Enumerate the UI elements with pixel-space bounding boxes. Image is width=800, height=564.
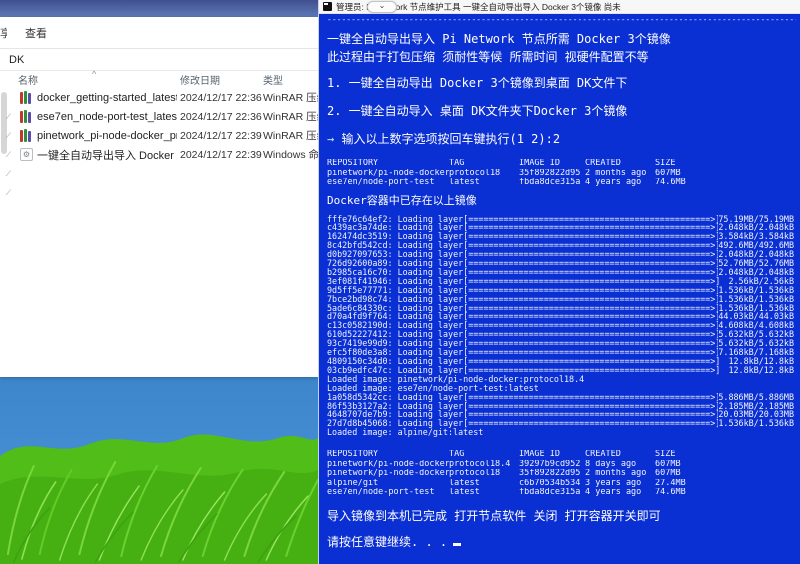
loaded-image-line: Loaded image: alpine/git:latest [327,428,796,437]
file-row[interactable]: ⚙ pinetwork_pi-node-docker_protocol18.4.… [0,126,318,145]
winrar-archive-icon [20,129,33,142]
pause-text: 请按任意键继续. . . [327,535,447,549]
file-type: Windows 命令脚本 [263,147,318,162]
file-row[interactable]: ⚙ 一键全自动导出导入 Docker 3个镜像.cmd 2024/12/17 2… [0,145,318,164]
separator-line: ----------------------------------------… [327,16,796,24]
table-header-row: REPOSITORY TAG IMAGE ID CREATED SIZE [327,159,796,169]
file-date: 2024/12/17 22:36 [180,111,260,123]
file-type: WinRAR 压缩文件 [263,109,318,124]
clipped-nav-icon: ∕ [8,112,9,121]
docker-images-table-2: REPOSITORY TAG IMAGE ID CREATED SIZE pin… [327,450,796,498]
file-type: WinRAR 压缩文件 [263,90,318,105]
winrar-archive-icon [20,110,33,123]
table-row: ese7en/node-port-testlatest fbda8dce315a… [327,178,796,188]
intro-line-2: 此过程由于打包压缩 须耐性等候 所需时间 视硬件配置不等 [327,51,796,64]
column-header-date[interactable]: 修改日期 [180,72,220,87]
file-date: 2024/12/17 22:39 [180,149,260,161]
column-header-type[interactable]: 类型 [263,72,283,87]
table-row: alpine/gitlatest c6b70534b5343 years ago… [327,479,796,489]
file-type: WinRAR 压缩文件 [263,128,318,143]
existing-images-note: Docker容器中已存在以上镜像 [327,195,796,207]
explorer-menubar: 享 查看 [0,17,318,49]
menu-tab-view[interactable]: 查看 [25,25,47,41]
cmd-titlebar[interactable]: 管理员: Pi Network 节点维护工具 一键全自动导出导入 Docker … [319,0,800,14]
clipped-nav-icon: ∕ [8,150,9,159]
loading-block-1: fffe76c64ef2: Loading layer [===========… [327,215,796,438]
cmd-output: ----------------------------------------… [319,14,800,564]
table-header-row: REPOSITORY TAG IMAGE ID CREATED SIZE [327,450,796,460]
column-headers: 名称 ^ 修改日期 类型 [0,71,318,88]
grass-wallpaper [0,404,318,564]
file-name: ese7en_node-port-test_latest.tar [37,111,177,123]
cmd-script-icon: ⚙ [20,148,33,161]
cmd-icon [323,2,332,11]
file-name: docker_getting-started_latest.tar [37,92,177,104]
docker-images-table-1: REPOSITORY TAG IMAGE ID CREATED SIZE pin… [327,159,796,188]
clipped-nav-icon: ∕ [8,169,9,178]
winrar-archive-icon [20,91,33,104]
nav-pane-edge: ∕ ∕ ∕ ∕ ∕ [0,88,17,378]
file-name: pinetwork_pi-node-docker_protocol18.4... [37,130,177,142]
table-row: ese7en/node-port-testlatest fbda8dce315a… [327,488,796,498]
file-explorer-window: 享 查看 DK 名称 ^ 修改日期 类型 ⚙ docker_getting-st… [0,17,318,377]
file-name: 一键全自动导出导入 Docker 3个镜像.cmd [37,147,177,163]
file-row[interactable]: ⚙ ese7en_node-port-test_latest.tar 2024/… [0,107,318,126]
sort-caret-icon: ^ [92,69,96,79]
file-row[interactable]: ⚙ docker_getting-started_latest.tar 2024… [0,88,318,107]
scrollbar[interactable] [1,92,7,154]
table-row: pinetwork/pi-node-dockerprotocol18 35f89… [327,169,796,179]
desktop: 享 查看 DK 名称 ^ 修改日期 类型 ⚙ docker_getting-st… [0,0,318,564]
menu-option-2: 2. 一键全自动导入 桌面 DK文件夹下Docker 3个镜像 [327,105,796,118]
cmd-window: 管理员: Pi Network 节点维护工具 一键全自动导出导入 Docker … [318,0,800,564]
intro-line-1: 一键全自动导出导入 Pi Network 节点所需 Docker 3个镜像 [327,33,796,46]
file-date: 2024/12/17 22:36 [180,92,260,104]
address-text: DK [9,54,24,66]
import-done-note: 导入镜像到本机已完成 打开节点软件 关闭 打开容器开关即可 [327,510,796,523]
title-overlay-dropdown[interactable]: ⌄ [367,1,397,13]
file-date: 2024/12/17 22:39 [180,130,260,142]
table-row: pinetwork/pi-node-dockerprotocol18 35f89… [327,469,796,479]
menu-option-1: 1. 一键全自动导出 Docker 3个镜像到桌面 DK文件下 [327,77,796,90]
file-list: ⚙ docker_getting-started_latest.tar 2024… [0,88,318,164]
prompt-arrow-icon: → [327,132,334,146]
prompt-text: 输入以上数字选项按回车键执行(1 2):2 [341,132,560,146]
column-header-name[interactable]: 名称 [18,72,38,87]
chevron-down-icon: ⌄ [379,3,386,9]
wallpaper-sky-top [0,0,318,17]
menu-tab-partial[interactable]: 享 [0,25,7,41]
table-row: pinetwork/pi-node-dockerprotocol18.4 392… [327,460,796,470]
pause-prompt: 请按任意键继续. . . [327,536,796,549]
explorer-address-bar[interactable]: DK [0,49,318,71]
clipped-nav-icon: ∕ [8,188,9,197]
clipped-nav-icon: ∕ [8,131,9,140]
text-cursor [453,543,461,546]
input-prompt: → 输入以上数字选项按回车键执行(1 2):2 [327,133,796,146]
